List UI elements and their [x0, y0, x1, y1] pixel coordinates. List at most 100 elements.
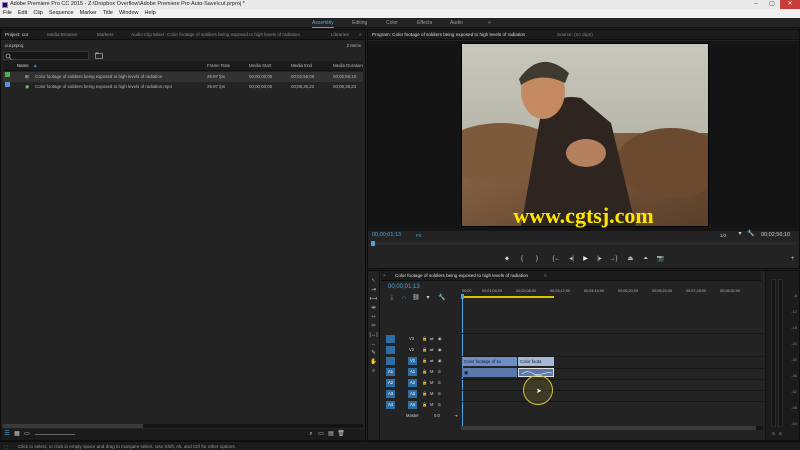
- razor-icon[interactable]: ✂: [369, 322, 378, 330]
- add-button-icon[interactable]: +: [788, 255, 797, 263]
- tab-libraries[interactable]: Libraries: [331, 30, 349, 40]
- track-label-v2[interactable]: V2: [409, 345, 414, 355]
- tab-media-browser[interactable]: Media Browser: [47, 30, 78, 40]
- go-to-in-icon[interactable]: {←: [552, 255, 561, 263]
- extract-icon[interactable]: ⏶: [641, 255, 650, 263]
- master-volume-value[interactable]: 0.0: [434, 411, 440, 421]
- eye-icon[interactable]: ◉: [438, 345, 442, 355]
- snap-icon[interactable]: ∩: [400, 294, 408, 302]
- lift-icon[interactable]: ⏏: [626, 255, 635, 263]
- list-item[interactable]: ⊞ Color footage of soldiers being expose…: [3, 72, 363, 82]
- go-to-end-icon[interactable]: ⇥: [454, 411, 458, 421]
- track-source-a4[interactable]: A4: [386, 401, 395, 409]
- timeline-ruler[interactable]: 00;00 00;01;04;00 00;02;08;00 00;03;12;0…: [461, 286, 761, 300]
- mark-in-icon[interactable]: {: [518, 255, 526, 263]
- work-area-bar[interactable]: [461, 296, 554, 298]
- hand-tool-icon[interactable]: ✋: [369, 358, 378, 366]
- lock-icon[interactable]: 🔒: [422, 356, 427, 366]
- timeline-timecode[interactable]: 00;00;01;13: [388, 284, 420, 290]
- chevron-down-icon[interactable]: ▾: [736, 230, 744, 238]
- step-back-icon[interactable]: ◂|: [567, 255, 576, 263]
- selection-tool-icon[interactable]: ↖: [369, 277, 378, 285]
- new-bin-button-icon[interactable]: ▭: [317, 430, 325, 438]
- tab-project[interactable]: Project: cut: [5, 30, 28, 40]
- list-view-icon[interactable]: ☰: [3, 430, 11, 438]
- slide-tool-icon[interactable]: ↔: [369, 340, 378, 348]
- column-media-start[interactable]: Media Start: [249, 61, 271, 71]
- nest-toggle-icon[interactable]: ⤓: [388, 294, 396, 302]
- track-source-v1[interactable]: [386, 357, 395, 365]
- step-forward-icon[interactable]: |▸: [595, 255, 604, 263]
- eye-icon[interactable]: ◉: [438, 356, 442, 366]
- menu-help[interactable]: Help: [145, 9, 156, 18]
- play-icon[interactable]: ▶: [581, 255, 590, 263]
- timeline-settings-icon[interactable]: 🔧: [438, 294, 446, 302]
- track-label-a1[interactable]: A1: [408, 368, 417, 376]
- playhead-marker[interactable]: [371, 241, 375, 246]
- menu-marker[interactable]: Marker: [80, 9, 97, 18]
- zoom-tool-icon[interactable]: ⌕: [369, 367, 378, 375]
- eye-icon[interactable]: ◉: [438, 334, 442, 344]
- solo-icon[interactable]: S: [438, 400, 441, 410]
- lock-icon[interactable]: 🔒: [422, 334, 427, 344]
- solo-left-button[interactable]: S: [772, 431, 775, 436]
- scrollbar-thumb[interactable]: [3, 424, 143, 428]
- add-marker-icon[interactable]: ▾: [424, 294, 432, 302]
- icon-view-icon[interactable]: ▦: [13, 430, 21, 438]
- close-tab-icon[interactable]: ×: [383, 271, 386, 281]
- workspace-color[interactable]: Color: [386, 19, 398, 27]
- search-input[interactable]: [3, 51, 89, 60]
- sort-ascending-icon[interactable]: ▲: [33, 61, 37, 71]
- slip-tool-icon[interactable]: |↔|: [369, 331, 378, 339]
- sync-icon[interactable]: ⇄: [430, 334, 434, 344]
- workspace-assembly[interactable]: Assembly: [312, 19, 334, 28]
- track-source-v3[interactable]: [386, 335, 395, 343]
- track-select-icon[interactable]: ⇥: [369, 286, 378, 294]
- lock-icon[interactable]: 🔒: [422, 400, 427, 410]
- new-item-icon[interactable]: ▤: [327, 430, 335, 438]
- ripple-edit-icon[interactable]: ⟷: [369, 295, 378, 303]
- minimize-button[interactable]: –: [748, 0, 764, 9]
- track-label-a4[interactable]: A4: [408, 401, 417, 409]
- go-to-out-icon[interactable]: →}: [609, 255, 618, 263]
- menu-window[interactable]: Window: [119, 9, 139, 18]
- maximize-button[interactable]: ▢: [764, 0, 780, 9]
- video-clip-v1-b[interactable]: Color foota: [518, 357, 554, 366]
- sync-icon[interactable]: ⇄: [430, 356, 434, 366]
- track-source-v2[interactable]: [386, 346, 395, 354]
- tab-menu-icon[interactable]: ≡: [544, 271, 547, 281]
- solo-icon[interactable]: S: [438, 367, 441, 377]
- tab-audio-clip-mixer[interactable]: Audio Clip Mixer: Color footage of soldi…: [131, 30, 300, 40]
- timeline-scrollbar[interactable]: [461, 426, 763, 430]
- audio-clip-a1-a[interactable]: ▣: [462, 368, 517, 377]
- mute-icon[interactable]: M: [430, 389, 434, 399]
- solo-right-button[interactable]: S: [779, 431, 782, 436]
- column-media-end[interactable]: Media End: [291, 61, 312, 71]
- export-frame-icon[interactable]: 📷: [656, 255, 665, 263]
- track-label-v1[interactable]: V1: [408, 357, 417, 365]
- video-clip-v1-a[interactable]: Color footage of so: [462, 357, 517, 366]
- sync-icon[interactable]: ⇄: [430, 345, 434, 355]
- menu-edit[interactable]: Edit: [18, 9, 27, 18]
- column-media-duration[interactable]: Media Duration: [333, 61, 363, 71]
- resolution-dropdown[interactable]: 1/2: [720, 233, 726, 238]
- solo-icon[interactable]: S: [438, 389, 441, 399]
- rate-stretch-icon[interactable]: ⇿: [369, 313, 378, 321]
- track-label-v3[interactable]: V3: [409, 334, 414, 344]
- lock-icon[interactable]: 🔒: [422, 345, 427, 355]
- mute-icon[interactable]: M: [430, 367, 434, 377]
- tab-sequence[interactable]: Color footage of soldiers being exposed …: [395, 271, 528, 281]
- lock-icon[interactable]: 🔒: [422, 378, 427, 388]
- horizontal-scrollbar[interactable]: [3, 424, 363, 428]
- close-button[interactable]: ✕: [780, 0, 800, 9]
- time-ruler[interactable]: [371, 241, 796, 246]
- clear-icon[interactable]: 🗑: [337, 430, 345, 438]
- freeform-view-icon[interactable]: ▭: [23, 430, 31, 438]
- wrench-icon[interactable]: 🔧: [747, 230, 755, 238]
- track-source-a3[interactable]: A3: [386, 390, 395, 398]
- panel-more-button[interactable]: »: [359, 30, 362, 40]
- tab-program[interactable]: Program: Color footage of soldiers being…: [372, 30, 525, 40]
- rolling-edit-icon[interactable]: ⇹: [369, 304, 378, 312]
- find-icon[interactable]: ⌕: [307, 430, 315, 438]
- list-item[interactable]: ▣ Color footage of soldiers being expose…: [3, 82, 363, 92]
